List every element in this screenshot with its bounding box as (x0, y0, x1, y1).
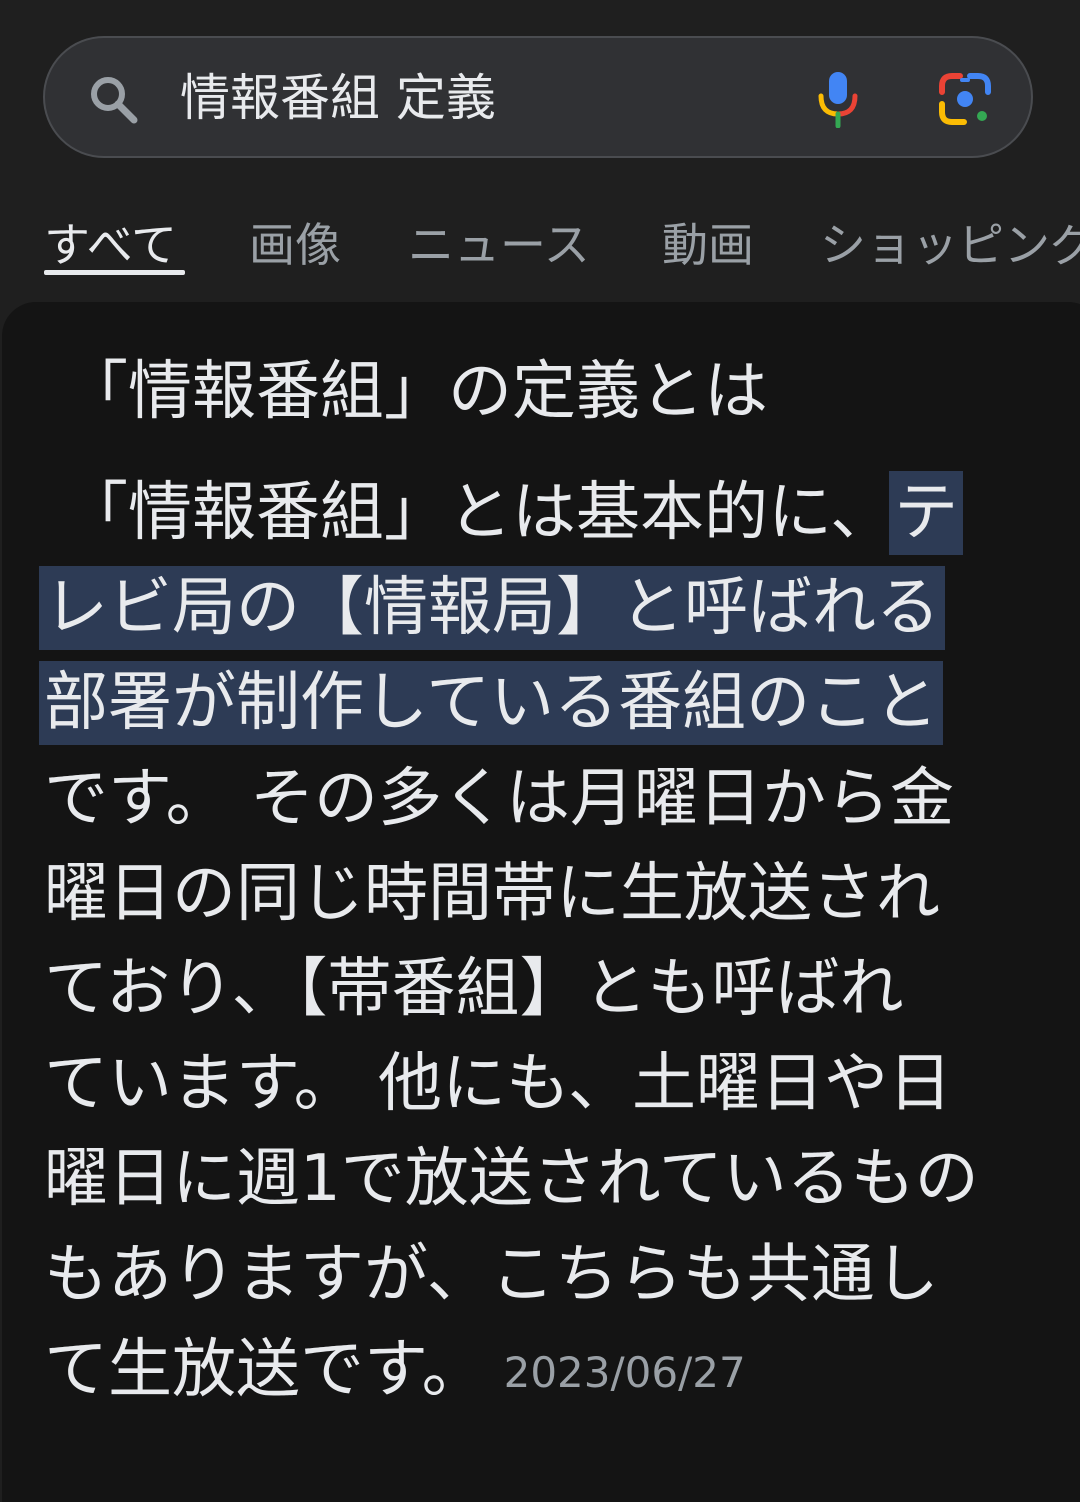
snippet-highlight: レビ局の【情報局】と呼ばれる (44, 571, 940, 645)
snippet-line: です。 その多くは月曜日から金 (44, 762, 954, 836)
snippet-line: 部署が制作している番組のこと (44, 661, 939, 745)
snippet-line: 曜日に週1で放送されているもの (44, 1142, 979, 1216)
snippet-title: 「情報番組」の定義とは (64, 355, 768, 429)
snippet-text: て生放送です。 (44, 1333, 486, 1407)
tab-shopping[interactable]: ショッピング (820, 210, 1080, 280)
snippet-highlight: 部署が制作している番組のこと (44, 666, 939, 740)
search-input[interactable]: 情報番組 定義 (180, 62, 496, 134)
snippet-line: レビ局の【情報局】と呼ばれる (44, 566, 940, 650)
google-lens-icon[interactable] (938, 72, 992, 126)
search-icon[interactable] (88, 74, 140, 126)
tab-news[interactable]: ニュース (408, 210, 590, 280)
search-tabs: すべて 画像 ニュース 動画 ショッピング (0, 210, 1080, 290)
snippet-highlight: テ (894, 476, 959, 550)
snippet-text: 「情報番組」とは基本的に、 (64, 476, 895, 550)
active-tab-indicator (44, 270, 185, 275)
snippet-line: 曜日の同じ時間帯に生放送され (44, 857, 940, 931)
snippet-line: て生放送です。 2023/06/27 (44, 1328, 746, 1415)
snippet-line: ており、【帯番組】とも呼ばれ (44, 952, 904, 1026)
snippet-line: もありますが、こちらも共通し (44, 1238, 939, 1312)
snippet-line: 「情報番組」とは基本的に、テ (64, 471, 959, 555)
snippet-line: ています。 他にも、土曜日や日 (44, 1047, 953, 1121)
tab-videos[interactable]: 動画 (662, 210, 754, 280)
mic-icon[interactable] (812, 70, 864, 128)
tab-images[interactable]: 画像 (249, 210, 341, 280)
snippet-date: 2023/06/27 (503, 1348, 746, 1397)
